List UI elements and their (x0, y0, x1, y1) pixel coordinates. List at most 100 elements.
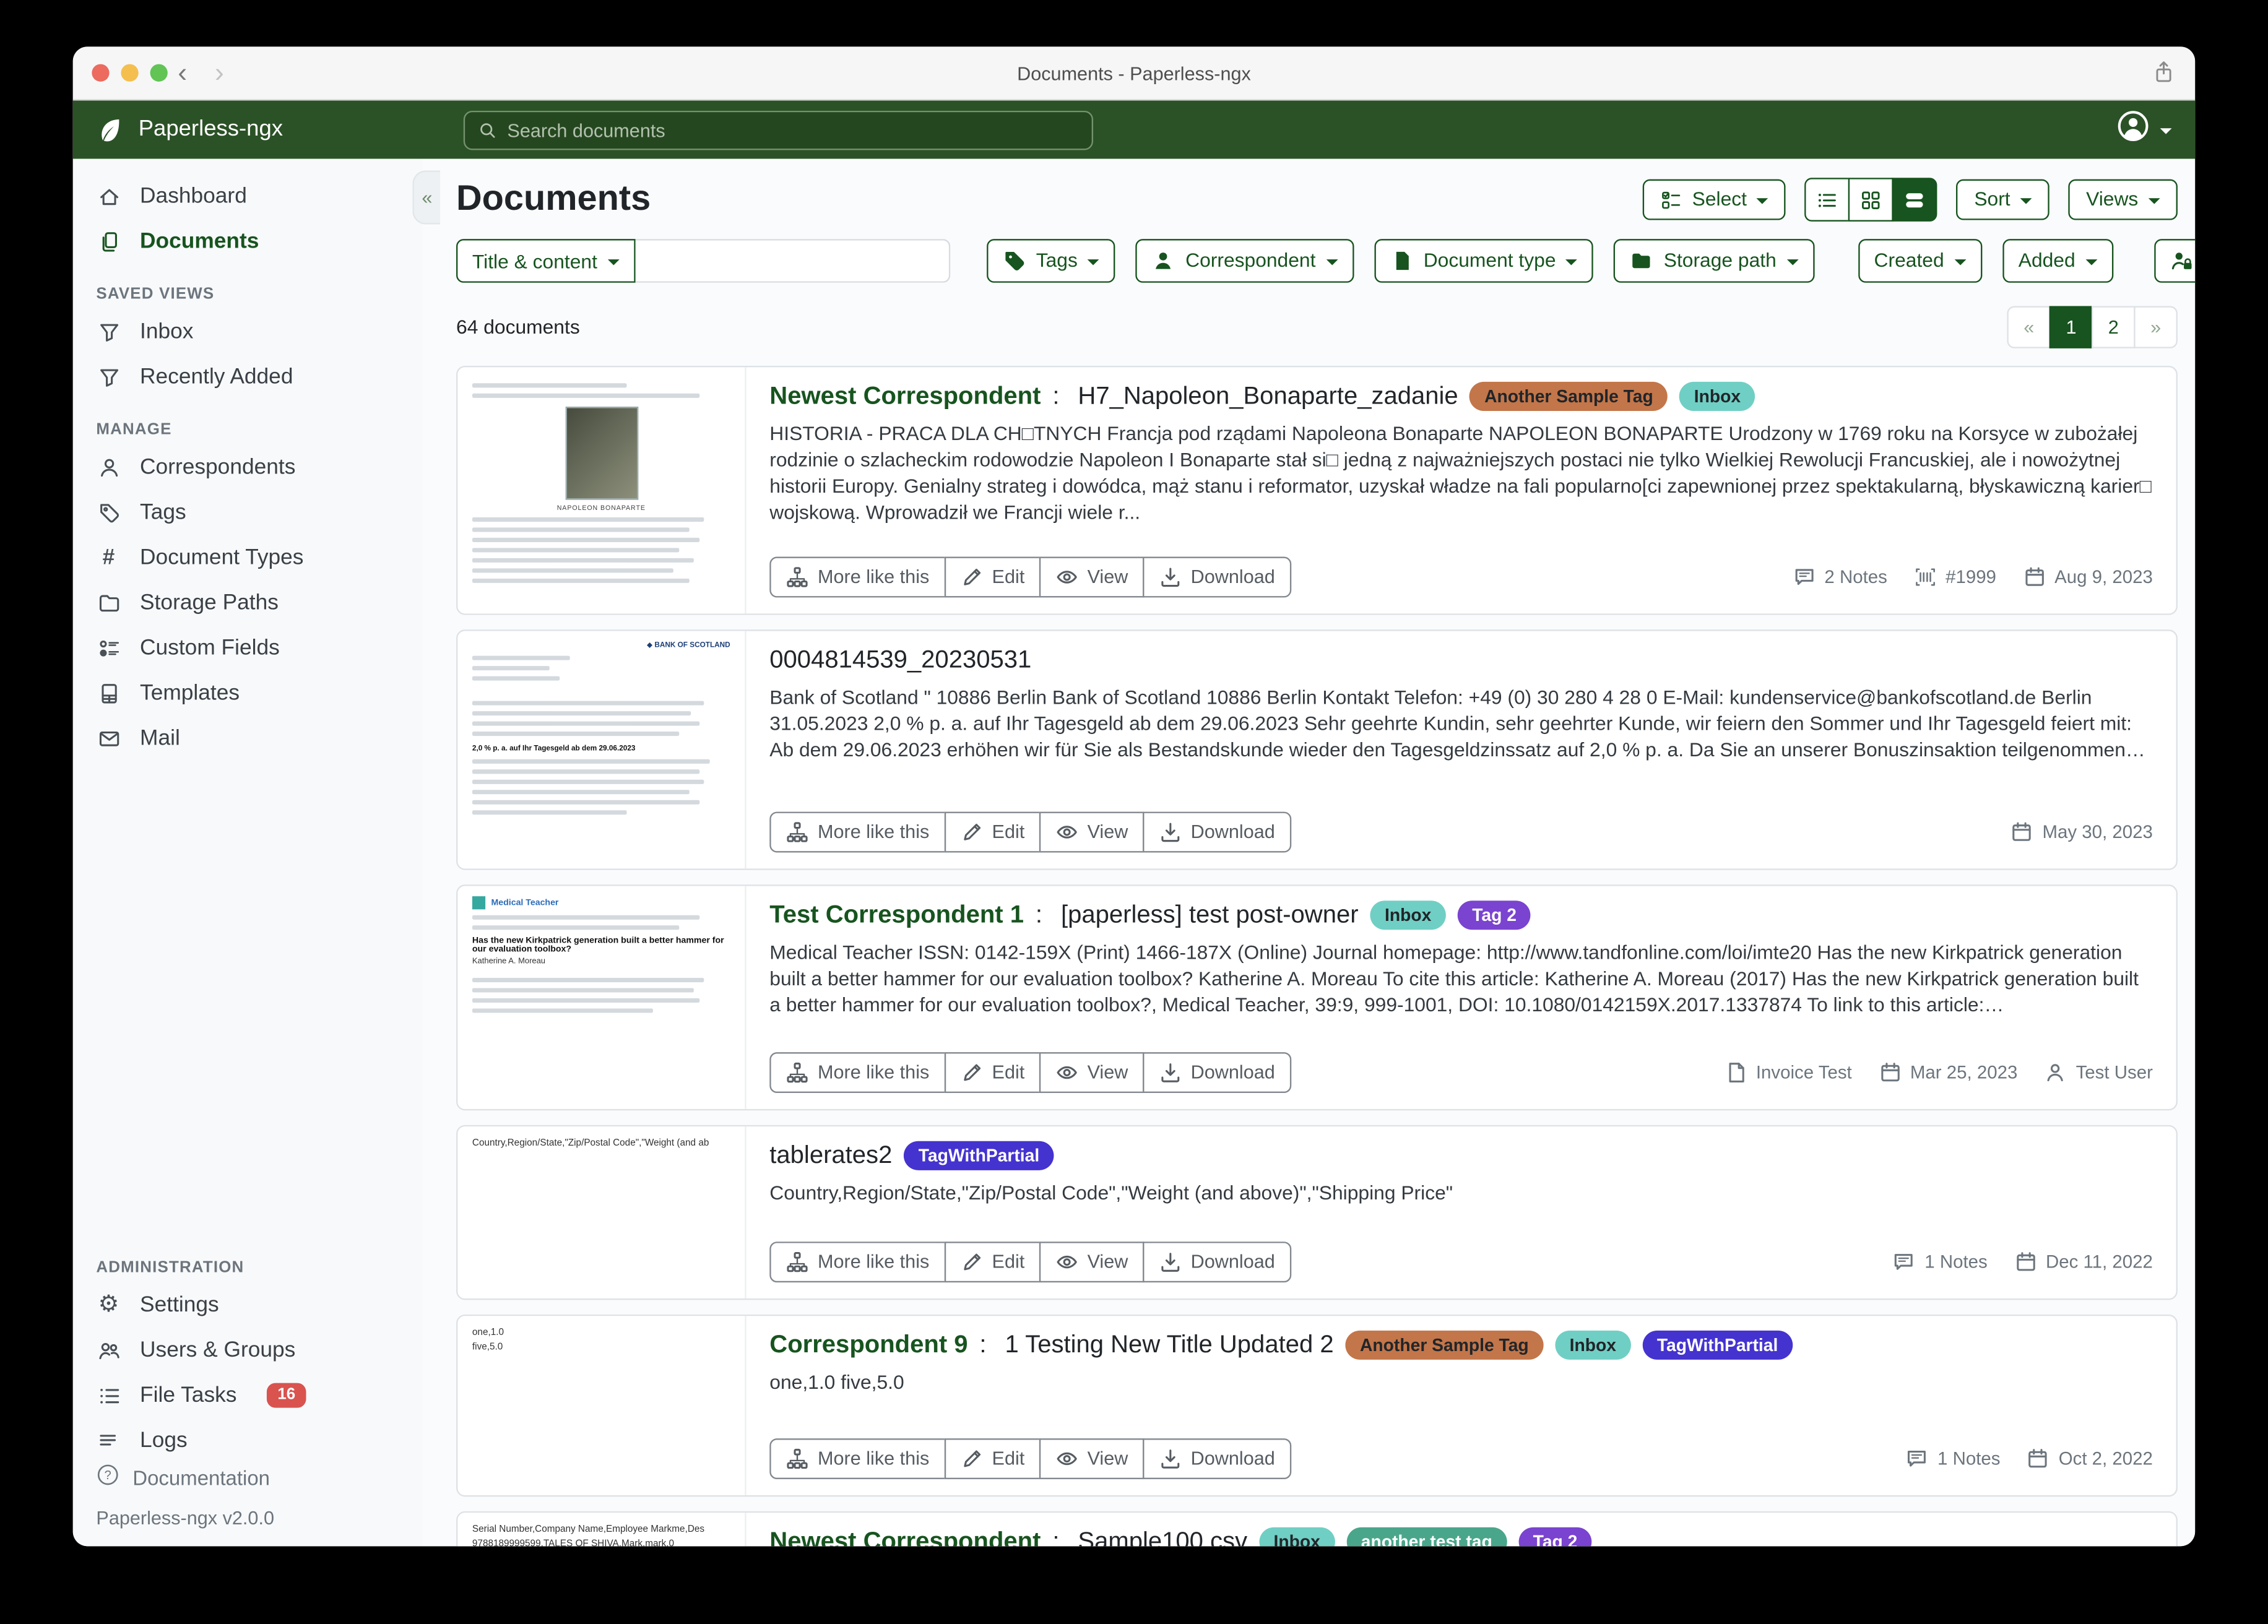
pagination-page-1[interactable]: 1 (2049, 306, 2093, 348)
sidebar-item-inbox[interactable]: Inbox (73, 309, 423, 354)
correspondent-link[interactable]: Test Correspondent 1 (769, 901, 1024, 930)
sort-dropdown-button[interactable]: Sort (1957, 179, 2049, 221)
document-title-link[interactable]: [paperless] test post-owner (1061, 901, 1359, 930)
view-list-button[interactable] (1805, 178, 1850, 222)
view-button[interactable]: View (1039, 556, 1144, 597)
back-icon[interactable]: ‹ (178, 59, 187, 87)
sidebar-item-document-types[interactable]: #Document Types (73, 535, 423, 580)
tag-pill-inbox[interactable]: Inbox (1370, 901, 1445, 930)
more-like-this-button[interactable]: More like this (769, 811, 945, 852)
document-title-link[interactable]: 1 Testing New Title Updated 2 (1005, 1331, 1334, 1360)
correspondent-link[interactable]: Newest Correspondent (769, 382, 1041, 411)
edit-button[interactable]: Edit (944, 556, 1041, 597)
more-like-this-button[interactable]: More like this (769, 556, 945, 597)
document-thumbnail[interactable]: Serial Number,Company Name,Employee Mark… (457, 1513, 746, 1546)
view-grid-button[interactable] (1849, 178, 1894, 222)
document-title-link[interactable]: H7_Napoleon_Bonaparte_zadanie (1078, 382, 1458, 411)
download-button[interactable]: Download (1143, 811, 1291, 852)
filter-field-dropdown[interactable]: Title & content (456, 239, 635, 283)
sidebar-item-tags[interactable]: Tags (73, 490, 423, 535)
tag-pill-tagwithpartial[interactable]: TagWithPartial (1642, 1331, 1793, 1360)
sidebar-item-documents[interactable]: Documents (73, 218, 423, 264)
pagination-page-2[interactable]: 2 (2092, 306, 2136, 348)
tag-pill-another-sample-tag[interactable]: Another Sample Tag (1470, 382, 1668, 411)
tag-pill-inbox[interactable]: Inbox (1259, 1527, 1335, 1547)
tag-pill-another-test-tag[interactable]: another test tag (1346, 1527, 1507, 1547)
app-brand[interactable]: Paperless-ngx (73, 116, 423, 144)
document-thumbnail[interactable]: ◆ BANK OF SCOTLAND2,0 % p. a. auf Ihr Ta… (457, 631, 746, 869)
select-dropdown-button[interactable]: Select (1643, 179, 1786, 221)
forward-icon[interactable]: › (215, 59, 224, 87)
download-button[interactable]: Download (1143, 1438, 1291, 1479)
tag-pill-inbox[interactable]: Inbox (1679, 382, 1755, 411)
more-like-this-button[interactable]: More like this (769, 1052, 945, 1093)
correspondent-link[interactable]: Correspondent 9 (769, 1331, 967, 1360)
download-button[interactable]: Download (1143, 556, 1291, 597)
title-content-filter-input[interactable] (635, 239, 950, 283)
sidebar-item-users-groups[interactable]: Users & Groups (73, 1328, 423, 1373)
share-icon[interactable] (2153, 60, 2175, 92)
document-thumbnail[interactable]: Country,Region/State,"Zip/Postal Code","… (457, 1126, 746, 1298)
view-detail-button[interactable] (1892, 178, 1937, 222)
view-button[interactable]: View (1039, 811, 1144, 852)
edit-button[interactable]: Edit (944, 811, 1041, 852)
tag-pill-another-sample-tag[interactable]: Another Sample Tag (1345, 1331, 1543, 1360)
close-window-button[interactable] (92, 64, 109, 82)
filter-added-button[interactable]: Added (2002, 239, 2113, 283)
history-nav: ‹ › (178, 46, 224, 99)
edit-button[interactable]: Edit (944, 1052, 1041, 1093)
sidebar-item-settings[interactable]: ⚙Settings (73, 1282, 423, 1328)
correspondent-link[interactable]: Newest Correspondent (769, 1527, 1041, 1547)
document-title-link[interactable]: 0004814539_20230531 (769, 646, 1031, 675)
custom-fields-icon (96, 636, 121, 660)
edit-button[interactable]: Edit (944, 1438, 1041, 1479)
sidebar-item-correspondents[interactable]: Correspondents (73, 444, 423, 490)
views-dropdown-button[interactable]: Views (2069, 179, 2178, 221)
pagination-prev[interactable]: « (2007, 306, 2051, 348)
sidebar-item-custom-fields[interactable]: Custom Fields (73, 625, 423, 670)
edit-button[interactable]: Edit (944, 1242, 1041, 1282)
tag-pill-tagwithpartial[interactable]: TagWithPartial (904, 1141, 1054, 1170)
filter-storage-path-button[interactable]: Storage path (1614, 239, 1814, 283)
download-button[interactable]: Download (1143, 1052, 1291, 1093)
filter-created-button[interactable]: Created (1858, 239, 1982, 283)
meta-2-notes[interactable]: 2 Notes (1793, 565, 1887, 589)
tag-pill-tag-2[interactable]: Tag 2 (1518, 1527, 1592, 1547)
view-button[interactable]: View (1039, 1242, 1144, 1282)
sidebar-item-recently-added[interactable]: Recently Added (73, 354, 423, 399)
meta-1-notes[interactable]: 1 Notes (1905, 1447, 2000, 1471)
user-menu[interactable] (2116, 110, 2171, 150)
pagination-next[interactable]: » (2134, 306, 2178, 348)
sidebar-item-storage-paths[interactable]: Storage Paths (73, 580, 423, 625)
view-button[interactable]: View (1039, 1052, 1144, 1093)
more-like-this-button[interactable]: More like this (769, 1438, 945, 1479)
document-thumbnail[interactable]: NAPOLEON BONAPARTE (457, 367, 746, 613)
meta-invoice-test[interactable]: Invoice Test (1724, 1061, 1852, 1084)
calendar-icon (1878, 1061, 1902, 1084)
filter-permissions-button[interactable]: Permissions (2154, 239, 2195, 283)
zoom-window-button[interactable] (150, 64, 168, 82)
document-thumbnail[interactable]: Medical TeacherHas the new Kirkpatrick g… (457, 886, 746, 1109)
download-button[interactable]: Download (1143, 1242, 1291, 1282)
sidebar-item-templates[interactable]: Templates (73, 670, 423, 715)
filter-tags-button[interactable]: Tags (987, 239, 1115, 283)
document-thumbnail[interactable]: one,1.0five,5.0 (457, 1316, 746, 1495)
filter-document-type-button[interactable]: Document type (1374, 239, 1594, 283)
search-input[interactable] (507, 119, 1078, 140)
document-title-link[interactable]: tablerates2 (769, 1141, 892, 1170)
view-button[interactable]: View (1039, 1438, 1144, 1479)
more-like-this-button[interactable]: More like this (769, 1242, 945, 1282)
sidebar-item-dashboard[interactable]: Dashboard (73, 173, 423, 218)
sidebar-collapse-button[interactable]: « (412, 170, 440, 224)
meta-1-notes[interactable]: 1 Notes (1893, 1250, 1988, 1274)
tag-pill-inbox[interactable]: Inbox (1555, 1331, 1630, 1360)
sidebar-item-logs[interactable]: Logs (73, 1418, 423, 1463)
filter-correspondent-button[interactable]: Correspondent (1136, 239, 1354, 283)
sidebar-item-file-tasks[interactable]: File Tasks16 (73, 1373, 423, 1418)
calendar-icon (2010, 820, 2034, 844)
document-title-link[interactable]: Sample100.csv (1078, 1527, 1247, 1547)
minimize-window-button[interactable] (121, 64, 138, 82)
tag-pill-tag-2[interactable]: Tag 2 (1458, 901, 1531, 930)
sidebar-item-mail[interactable]: Mail (73, 715, 423, 761)
documentation-link[interactable]: ? Documentation (96, 1463, 399, 1491)
